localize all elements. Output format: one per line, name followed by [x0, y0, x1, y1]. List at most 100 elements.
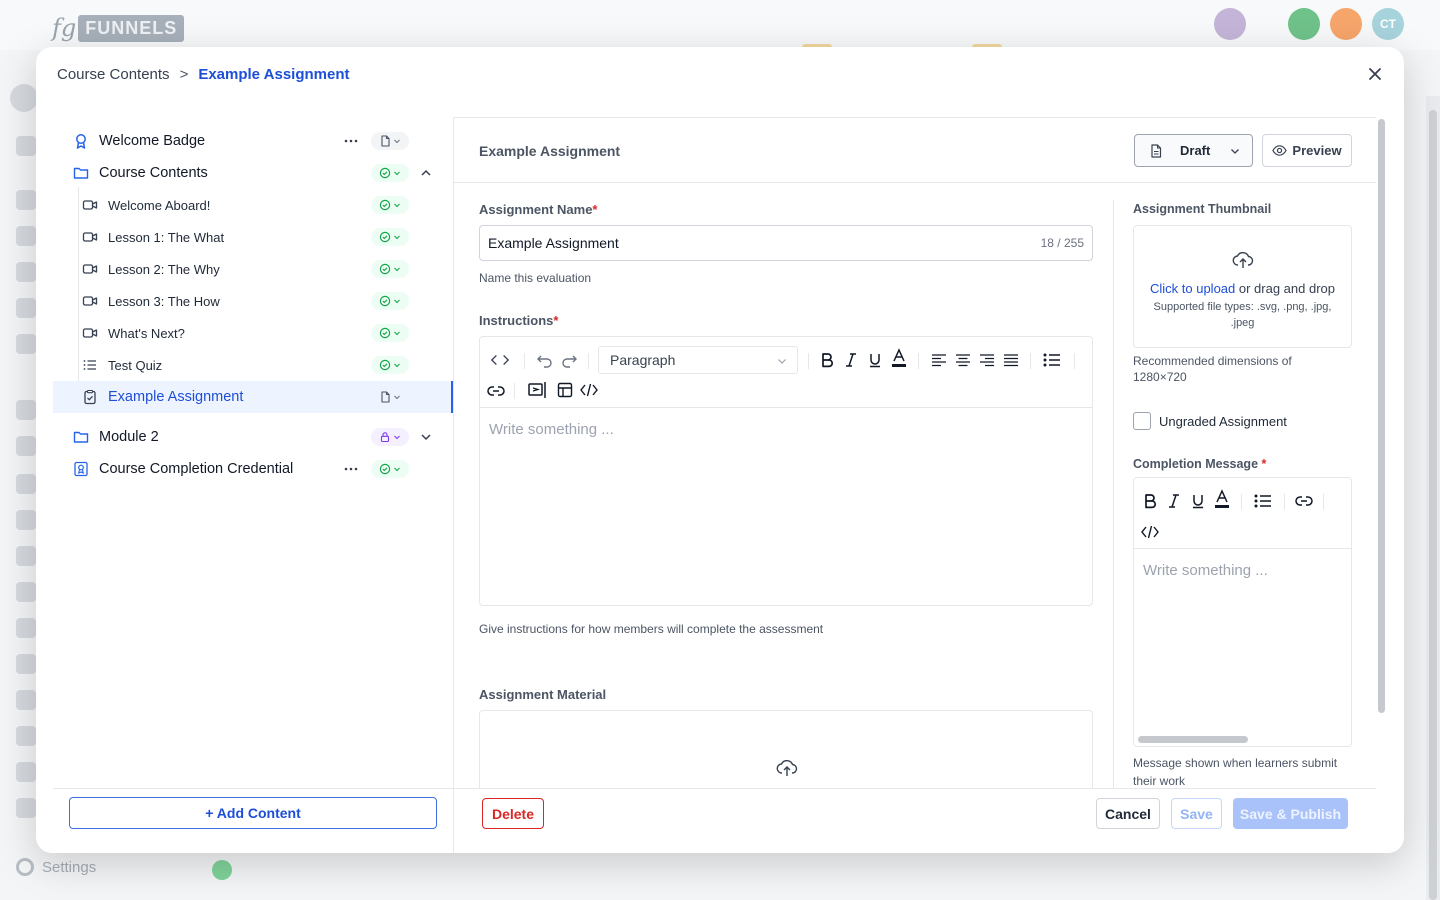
bullet-list-icon[interactable] [1253, 491, 1273, 511]
video-icon [82, 197, 98, 213]
text-color-icon[interactable] [1212, 489, 1232, 509]
assignment-material-dropzone[interactable] [479, 710, 1093, 788]
status-select[interactable]: Draft [1134, 134, 1253, 167]
click-to-upload-link[interactable]: Click to upload [1150, 281, 1235, 296]
link-icon[interactable] [1294, 491, 1314, 511]
status-dropdown-published[interactable] [371, 460, 409, 478]
tree-item-test-quiz[interactable]: Test Quiz [74, 349, 453, 381]
italic-icon[interactable] [1164, 491, 1184, 511]
code-block-icon[interactable] [1140, 522, 1160, 542]
status-dropdown-published[interactable] [371, 260, 409, 278]
breadcrumb-root[interactable]: Course Contents [57, 66, 170, 83]
align-left-icon[interactable] [929, 350, 949, 370]
editor-scrollbar[interactable] [1378, 119, 1385, 713]
source-code-icon[interactable] [490, 350, 510, 370]
status-dropdown-published[interactable] [371, 324, 409, 342]
user-icon [10, 84, 38, 112]
link-icon[interactable] [486, 381, 506, 401]
toolbar-divider [524, 353, 525, 369]
bullet-list-icon[interactable] [1042, 350, 1062, 370]
assignment-name-input[interactable] [488, 235, 1041, 251]
save-button[interactable]: Save [1171, 798, 1222, 829]
tree-item-course-contents[interactable]: Course Contents [53, 157, 453, 189]
status-dropdown-published[interactable] [371, 196, 409, 214]
tree-item-completion-credential[interactable]: Course Completion Credential [53, 453, 453, 485]
align-justify-icon[interactable] [1001, 350, 1021, 370]
block-format-select[interactable]: Paragraph [598, 346, 798, 374]
code-block-icon[interactable] [579, 380, 599, 400]
completion-editor-scrollbar[interactable] [1138, 736, 1248, 743]
text-color-icon[interactable] [889, 348, 909, 368]
payments-icon [16, 400, 36, 420]
underline-icon[interactable] [865, 350, 885, 370]
preview-button[interactable]: Preview [1262, 134, 1352, 167]
instructions-label: Instructions* [479, 313, 558, 328]
chevron-down-icon[interactable] [419, 430, 433, 444]
tree-item-label: Example Assignment [108, 389, 244, 405]
tree-item-lesson-1[interactable]: Lesson 1: The What [74, 221, 453, 253]
close-icon[interactable] [1366, 65, 1384, 83]
tree-item-welcome-aboard[interactable]: Welcome Aboard! [74, 189, 453, 221]
more-options-icon[interactable] [343, 461, 359, 477]
table-icon[interactable] [555, 380, 575, 400]
status-dropdown-locked[interactable] [371, 428, 409, 446]
check-circle-icon [379, 463, 391, 475]
status-dropdown-published[interactable] [371, 228, 409, 246]
embed-media-icon[interactable] [528, 380, 548, 400]
align-right-icon[interactable] [977, 350, 997, 370]
align-center-icon[interactable] [953, 350, 973, 370]
instructions-textarea[interactable]: Write something ... [489, 421, 614, 438]
save-and-publish-button[interactable]: Save & Publish [1233, 798, 1348, 829]
tree-item-label: Module 2 [99, 429, 159, 445]
status-dropdown-published[interactable] [371, 356, 409, 374]
sidebar-collapse-icon [212, 860, 232, 880]
add-content-button[interactable]: + Add Content [69, 797, 437, 829]
ungraded-checkbox[interactable] [1133, 412, 1151, 430]
completion-message-textarea[interactable]: Write something ... [1143, 562, 1268, 579]
tree-item-example-assignment[interactable]: Example Assignment [53, 381, 453, 413]
bold-icon[interactable] [1140, 491, 1160, 511]
clipboard-check-icon [82, 389, 98, 405]
status-dropdown-draft[interactable] [371, 388, 409, 406]
status-dropdown-published[interactable] [371, 292, 409, 310]
lock-icon [380, 432, 390, 443]
bold-icon[interactable] [817, 350, 837, 370]
tree-item-label: Welcome Aboard! [108, 197, 211, 213]
status-dropdown-published[interactable] [371, 164, 409, 182]
media-icon [16, 618, 36, 638]
contacts-icon [16, 298, 36, 318]
editor-footer: Delete Cancel Save Save & Publish [453, 788, 1376, 853]
chevron-down-icon [394, 139, 400, 144]
tree-item-welcome-badge[interactable]: Welcome Badge [53, 125, 453, 157]
tree-item-whats-next[interactable]: What's Next? [74, 317, 453, 349]
toolbar-divider [1030, 353, 1031, 369]
underline-icon[interactable] [1188, 491, 1208, 511]
check-circle-icon [379, 167, 391, 179]
undo-icon[interactable] [535, 350, 555, 370]
tree-item-lesson-3[interactable]: Lesson 3: The How [74, 285, 453, 317]
character-counter: 18 / 255 [1040, 236, 1084, 250]
instructions-toolbar: Paragraph [480, 337, 1092, 408]
chevron-down-icon [394, 363, 400, 368]
thumbnail-dropzone[interactable]: Click to upload or drag and drop Support… [1133, 225, 1352, 348]
assignment-name-field[interactable]: 18 / 255 [479, 225, 1093, 261]
chevron-up-icon[interactable] [419, 166, 433, 180]
ungraded-assignment-option[interactable]: Ungraded Assignment [1133, 412, 1287, 430]
status-dropdown-draft[interactable] [371, 132, 409, 150]
tree-item-lesson-2[interactable]: Lesson 2: The Why [74, 253, 453, 285]
more-options-icon[interactable] [343, 133, 359, 149]
tree-item-label: Test Quiz [108, 357, 163, 373]
italic-icon[interactable] [841, 350, 861, 370]
redo-icon[interactable] [559, 350, 579, 370]
course-content-modal: Course Contents > Example Assignment Wel… [36, 47, 1404, 853]
tree-item-label: What's Next? [108, 325, 185, 341]
settings-link: Settings [16, 858, 96, 876]
tree-item-module-2[interactable]: Module 2 [53, 421, 453, 453]
chevron-down-icon [394, 299, 400, 304]
delete-button[interactable]: Delete [482, 798, 544, 829]
folder-icon [73, 165, 89, 181]
graduation-icon [16, 762, 36, 782]
tree-item-label: Lesson 3: The How [108, 293, 220, 309]
cancel-button[interactable]: Cancel [1096, 798, 1160, 829]
sites-icon [16, 546, 36, 566]
